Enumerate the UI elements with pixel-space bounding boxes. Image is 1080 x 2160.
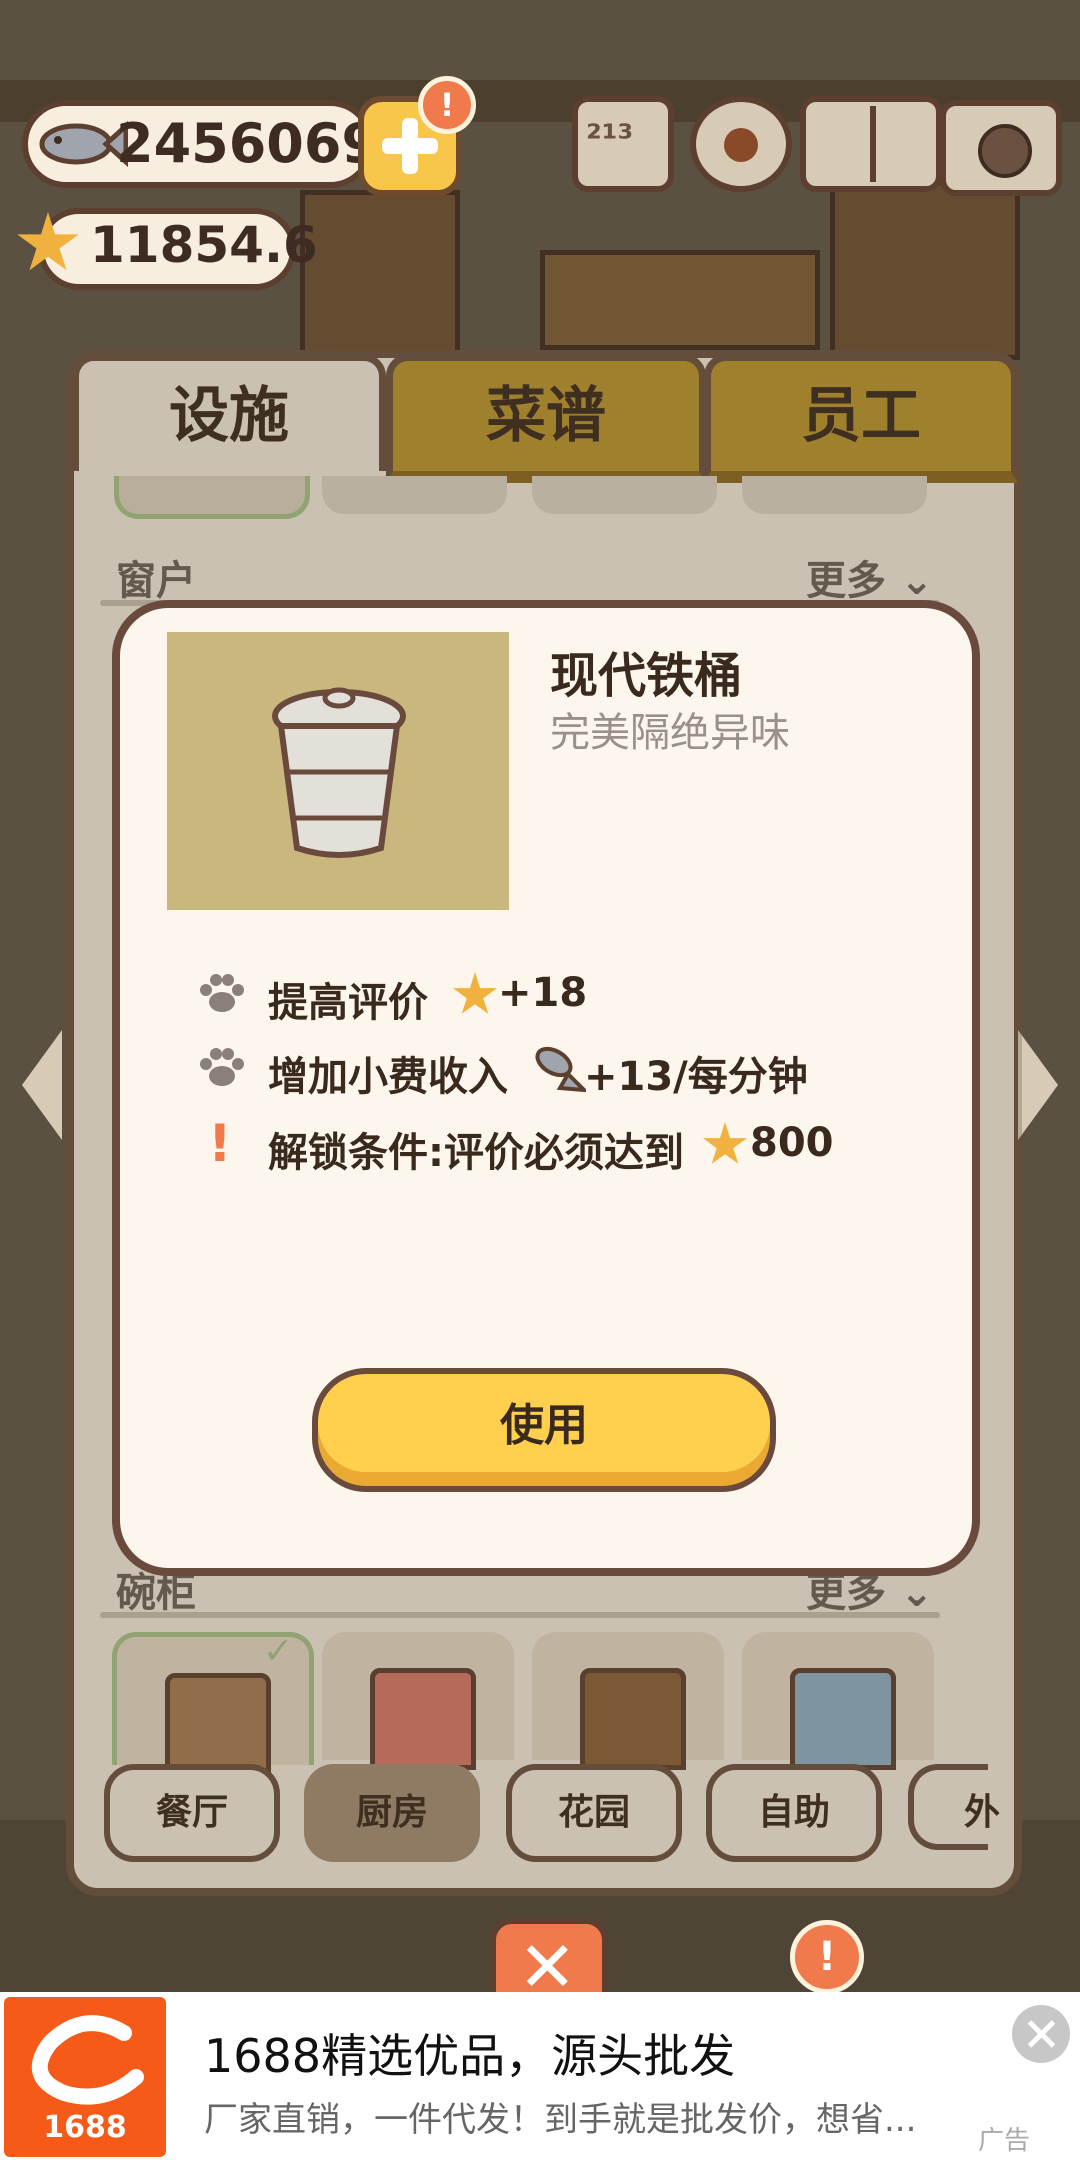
ad-tag: 广告: [978, 2126, 1031, 2156]
ad-title[interactable]: 1688精选优品，源头批发: [204, 2020, 735, 2086]
fish-icon: [39, 120, 128, 168]
paw-icon: [200, 974, 244, 1012]
exclamation-icon: !: [208, 1114, 232, 1174]
brand-swoosh-icon: [31, 2015, 144, 2105]
attribute-rating-value: +18: [498, 970, 588, 1016]
attribute-rating-label: 提高评价: [268, 980, 428, 1026]
ad-logo-text: 1688: [43, 2110, 127, 2145]
settings-gear-icon[interactable]: [690, 96, 792, 192]
attribute-tip-value: +13/每分钟: [584, 1054, 808, 1100]
fish-icon: [535, 1046, 586, 1092]
fish-currency-value: 2456069: [116, 112, 380, 175]
trash-bucket-icon: [272, 687, 406, 858]
star-rating-value: 11854.6: [90, 216, 318, 274]
cat-book-icon[interactable]: [800, 96, 942, 192]
camera-icon[interactable]: [940, 100, 1062, 196]
star-rating-pill: 11854.6: [38, 208, 318, 290]
fish-currency-pill: 2456069: [22, 100, 379, 188]
notification-badge: !: [790, 1920, 864, 1994]
item-image: [167, 632, 509, 910]
paw-icon: [200, 1048, 244, 1086]
ad-close-button[interactable]: [1012, 2005, 1070, 2063]
item-title: 现代铁桶: [550, 648, 743, 704]
unlock-condition-label: 解锁条件:评价必须达到: [268, 1130, 684, 1176]
ad-description[interactable]: 厂家直销，一件代发！到手就是批发价，想省...: [204, 2092, 924, 2141]
rank-icon[interactable]: ²¹³: [572, 96, 674, 192]
attribute-tip-label: 增加小费收入: [268, 1054, 508, 1100]
use-button[interactable]: 使用: [312, 1368, 776, 1492]
unlock-condition-value: 800: [750, 1120, 834, 1166]
item-subtitle: 完美隔绝异味: [550, 710, 790, 756]
alert-badge: !: [418, 76, 476, 134]
